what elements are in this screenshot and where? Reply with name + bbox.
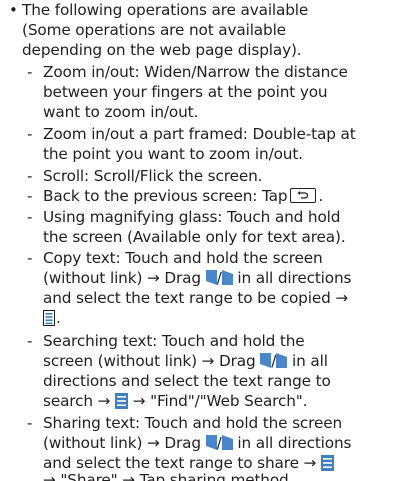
copy-line: (without link) → Drag / in all direction… <box>43 268 352 288</box>
selection-handle-left-icon <box>205 270 217 285</box>
copy-line: and select the text range to be copied → <box>43 289 349 307</box>
list-dash: - <box>27 249 33 267</box>
list-dash: - <box>27 63 33 81</box>
list-dash: - <box>27 167 33 185</box>
selection-handle-right-icon <box>221 270 233 285</box>
back-key-icon <box>290 188 317 203</box>
copy-line: . <box>43 308 61 328</box>
zoom-framed-line: the point you want to zoom in/out. <box>43 145 303 163</box>
selection-handle-right-icon <box>276 353 288 368</box>
search-line: Searching text: Touch and hold the <box>43 332 305 350</box>
selection-handle-left-icon <box>260 353 272 368</box>
share-line-text: (without link) → Drag <box>43 434 201 452</box>
menu-icon <box>43 310 56 326</box>
zoom-framed-line: Zoom in/out a part framed: Double-tap at <box>43 125 356 143</box>
zoom-line: want to zoom in/out. <box>43 103 199 121</box>
search-line-text: in all <box>292 352 328 370</box>
list-dash: - <box>27 208 33 226</box>
scroll-line: Scroll: Scroll/Flick the screen. <box>43 167 263 185</box>
list-dash: - <box>27 332 33 350</box>
share-line: → "Share" → Tap sharing method. <box>43 471 294 481</box>
intro-line: The following operations are available <box>22 1 309 19</box>
share-line-text: in all directions <box>237 434 352 452</box>
search-line: screen (without link) → Drag / in all <box>43 351 328 371</box>
back-line-end: . <box>318 187 324 205</box>
back-line-text: Back to the previous screen: Tap <box>43 187 288 205</box>
menu-icon <box>115 393 129 409</box>
share-line: Sharing text: Touch and hold the screen <box>43 414 343 432</box>
list-dash: - <box>27 187 33 205</box>
search-line-text: → "Find"/"Web Search". <box>132 392 308 410</box>
magnifier-line: the screen (Available only for text area… <box>43 228 346 246</box>
zoom-line: between your fingers at the point you <box>43 83 328 101</box>
selection-handle-left-icon <box>205 435 217 450</box>
search-line: search → → "Find"/"Web Search". <box>43 391 308 411</box>
copy-line-text: (without link) → Drag <box>43 269 201 287</box>
zoom-line: Zoom in/out: Widen/Narrow the distance <box>43 63 348 81</box>
copy-line-text: in all directions <box>237 269 352 287</box>
search-line-text: search → <box>43 392 111 410</box>
intro-line: depending on the web page display). <box>22 41 302 59</box>
list-dash: - <box>27 125 33 143</box>
copy-line-end: . <box>56 309 61 327</box>
back-line: Back to the previous screen: Tap. <box>43 186 323 206</box>
selection-handle-right-icon <box>221 435 233 450</box>
magnifier-line: Using magnifying glass: Touch and hold <box>43 208 341 226</box>
search-line: directions and select the text range to <box>43 372 331 390</box>
share-line: (without link) → Drag / in all direction… <box>43 433 352 453</box>
instruction-page: • The following operations are available… <box>0 0 417 481</box>
menu-icon <box>320 455 334 471</box>
search-line-text: screen (without link) → Drag <box>43 352 256 370</box>
list-dash: - <box>27 414 33 432</box>
bullet-point: • <box>9 1 18 19</box>
copy-line: Copy text: Touch and hold the screen <box>43 249 323 267</box>
intro-line: (Some operations are not available <box>22 21 286 39</box>
